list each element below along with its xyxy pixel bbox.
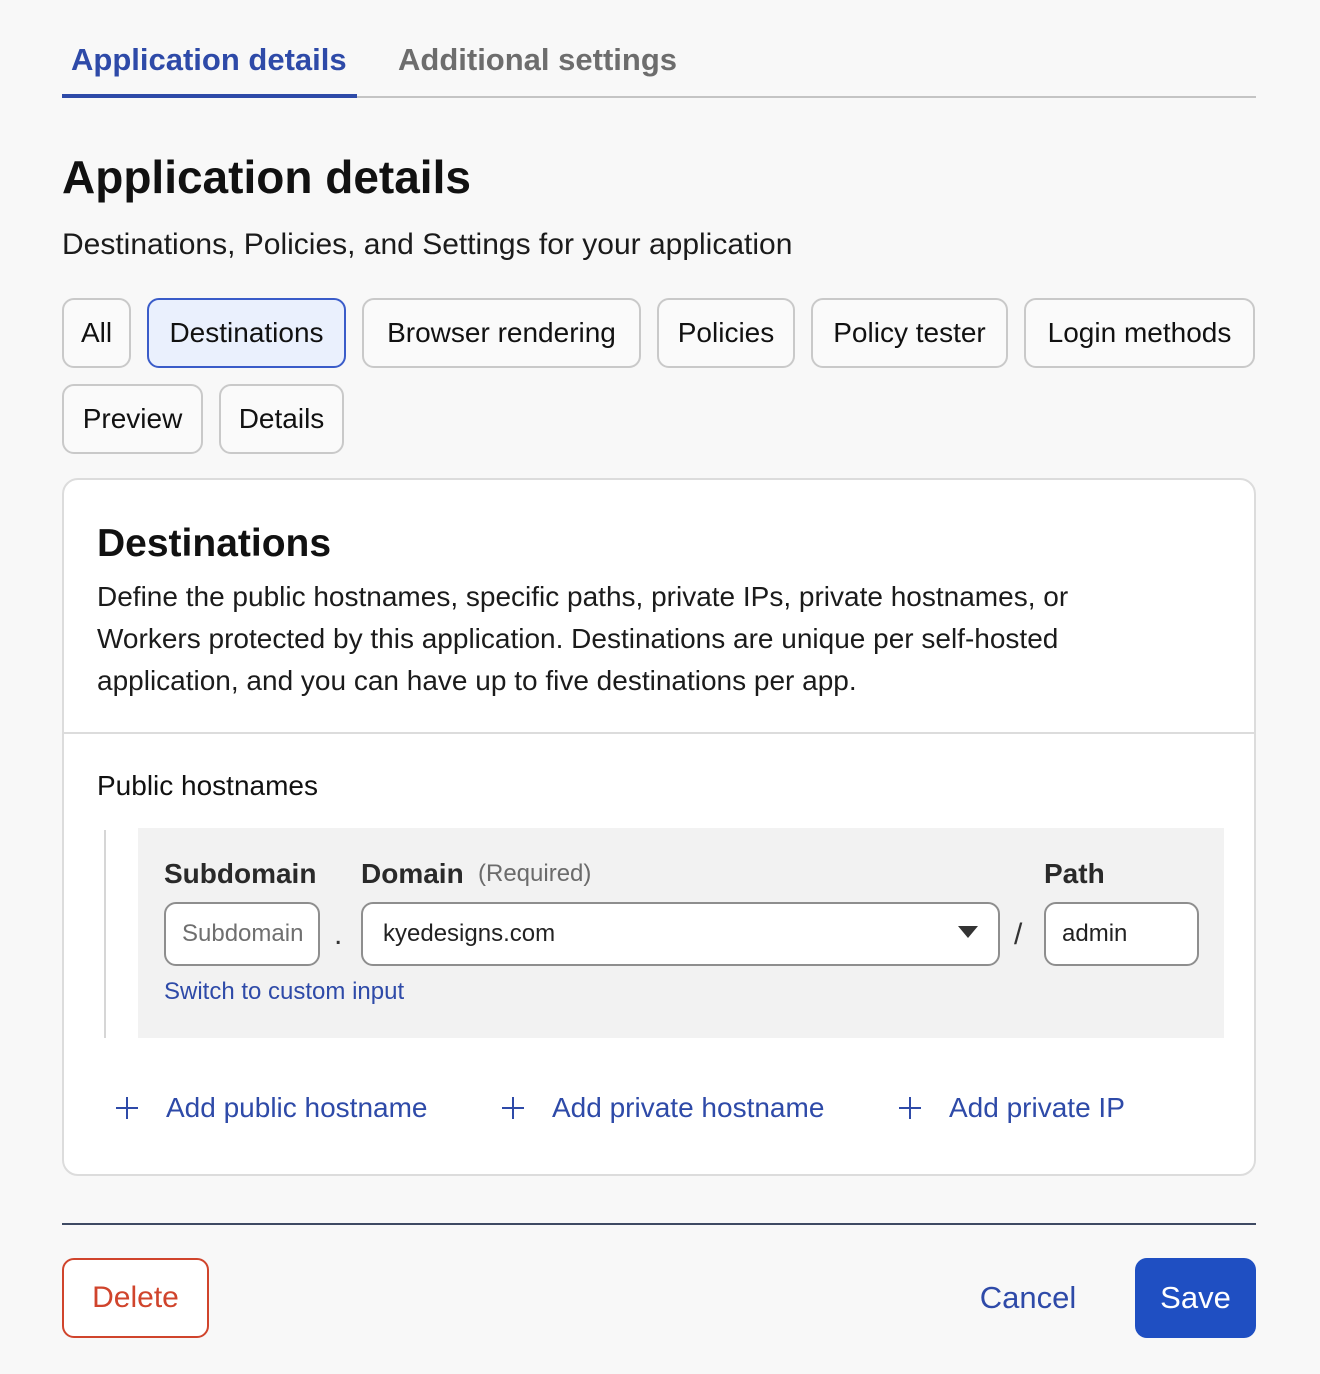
plus-icon xyxy=(899,1097,921,1119)
add-private-hostname-label: Add private hostname xyxy=(552,1092,825,1123)
page-subtitle: Destinations, Policies, and Settings for… xyxy=(62,228,793,261)
domain-value: kyedesigns.com xyxy=(383,920,556,947)
filter-policies[interactable]: Policies xyxy=(657,298,795,368)
add-private-ip-button[interactable]: Add private IP xyxy=(899,1092,1125,1124)
cancel-button[interactable]: Cancel xyxy=(960,1258,1096,1338)
active-tab-indicator xyxy=(62,94,357,98)
domain-label: Domain xyxy=(361,858,464,889)
filter-preview[interactable]: Preview xyxy=(62,384,203,454)
filter-destinations[interactable]: Destinations xyxy=(147,298,346,368)
subdomain-label: Subdomain xyxy=(164,858,317,889)
dot-separator: . xyxy=(334,918,343,951)
chevron-down-icon xyxy=(958,926,978,938)
page-title: Application details xyxy=(62,151,471,203)
slash-separator: / xyxy=(1014,918,1023,951)
switch-to-custom-input-link[interactable]: Switch to custom input xyxy=(164,978,404,1006)
add-private-ip-label: Add private IP xyxy=(949,1092,1125,1123)
save-button[interactable]: Save xyxy=(1135,1258,1256,1338)
add-public-hostname-label: Add public hostname xyxy=(166,1092,428,1123)
card-divider xyxy=(64,732,1254,734)
tab-additional-settings[interactable]: Additional settings xyxy=(398,42,677,78)
plus-icon xyxy=(116,1097,138,1119)
filter-policy-tester[interactable]: Policy tester xyxy=(811,298,1008,368)
filter-browser-rendering[interactable]: Browser rendering xyxy=(362,298,641,368)
public-hostnames-label: Public hostnames xyxy=(97,770,319,801)
tab-application-details[interactable]: Application details xyxy=(71,42,347,78)
add-private-hostname-button[interactable]: Add private hostname xyxy=(502,1092,824,1124)
plus-icon xyxy=(502,1097,524,1119)
public-hostname-row: Subdomain Domain (Required) Path Subdoma… xyxy=(138,828,1224,1038)
footer-divider xyxy=(62,1223,1256,1225)
filter-all[interactable]: All xyxy=(62,298,131,368)
destinations-card: Destinations Define the public hostnames… xyxy=(62,478,1256,1176)
top-tabs: Application details Additional settings xyxy=(62,34,1256,98)
path-label: Path xyxy=(1044,858,1105,889)
filter-details[interactable]: Details xyxy=(219,384,344,454)
domain-required-hint: (Required) xyxy=(478,860,592,887)
filter-login-methods[interactable]: Login methods xyxy=(1024,298,1255,368)
path-input[interactable]: admin xyxy=(1044,902,1199,966)
destinations-title: Destinations xyxy=(97,522,332,565)
subdomain-input[interactable]: Subdomain xyxy=(164,902,320,966)
delete-button[interactable]: Delete xyxy=(62,1258,209,1338)
domain-select[interactable]: kyedesigns.com xyxy=(361,902,1000,966)
hostname-group-rule xyxy=(104,830,106,1038)
destinations-description: Define the public hostnames, specific pa… xyxy=(97,581,1069,696)
add-public-hostname-button[interactable]: Add public hostname xyxy=(116,1092,428,1124)
